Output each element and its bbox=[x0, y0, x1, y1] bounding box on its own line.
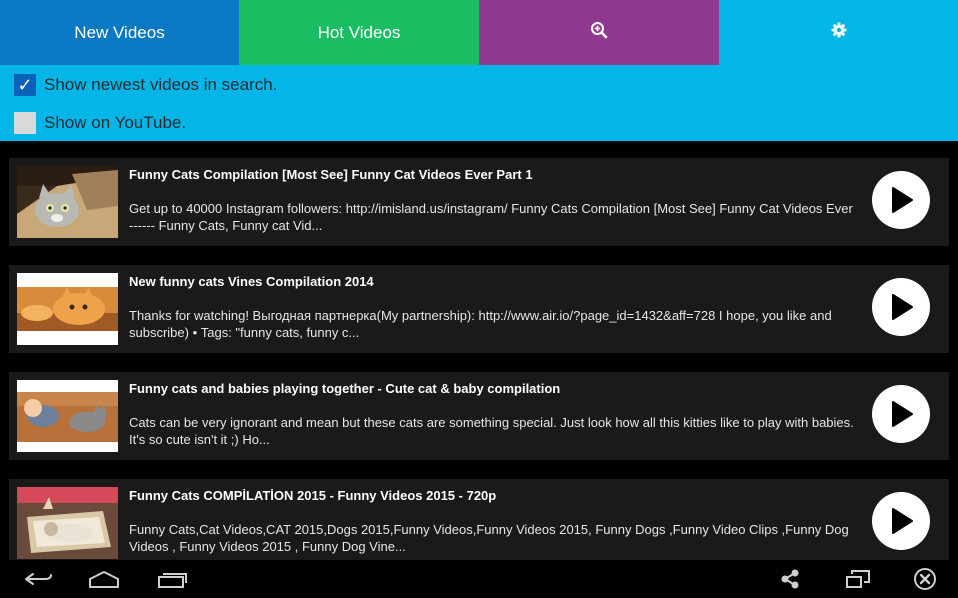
play-icon bbox=[892, 508, 913, 534]
option-show-newest[interactable]: ✓ Show newest videos in search. bbox=[14, 73, 277, 97]
play-button[interactable] bbox=[872, 278, 930, 336]
video-description: Get up to 40000 Instagram followers: htt… bbox=[129, 201, 853, 233]
multi-window-button[interactable] bbox=[838, 564, 878, 594]
close-button[interactable] bbox=[905, 564, 945, 594]
close-icon bbox=[914, 568, 936, 590]
video-thumbnail bbox=[17, 487, 118, 559]
play-button[interactable] bbox=[872, 492, 930, 550]
tab-hot-videos[interactable]: Hot Videos bbox=[239, 0, 479, 65]
video-item[interactable]: Funny Cats COMPİLATİON 2015 - Funny Vide… bbox=[9, 479, 949, 567]
multi-window-icon bbox=[846, 570, 870, 588]
back-icon bbox=[25, 573, 52, 585]
video-title: Funny Cats Compilation [Most See] Funny … bbox=[129, 167, 533, 182]
share-icon bbox=[781, 569, 799, 589]
video-title: Funny cats and babies playing together -… bbox=[129, 381, 561, 396]
tab-bar: New Videos Hot Videos bbox=[0, 0, 958, 65]
share-button[interactable] bbox=[770, 564, 810, 594]
gear-icon bbox=[831, 22, 847, 43]
video-description: Cats can be very ignorant and mean but t… bbox=[129, 415, 854, 447]
tab-new-videos[interactable]: New Videos bbox=[0, 0, 239, 65]
video-thumbnail bbox=[17, 273, 118, 345]
checkbox-show-newest[interactable]: ✓ bbox=[14, 74, 36, 96]
play-button[interactable] bbox=[872, 385, 930, 443]
tab-new-videos-label: New Videos bbox=[74, 22, 165, 42]
play-icon bbox=[892, 401, 913, 427]
play-button[interactable] bbox=[872, 171, 930, 229]
tab-settings[interactable] bbox=[719, 0, 958, 65]
zoom-in-icon bbox=[590, 21, 608, 44]
video-description: Thanks for watching! Выгодная партнерка(… bbox=[129, 308, 832, 340]
option-show-newest-label: Show newest videos in search. bbox=[44, 75, 278, 94]
play-icon bbox=[892, 187, 913, 213]
recent-apps-button[interactable] bbox=[152, 564, 192, 594]
video-item[interactable]: Funny Cats Compilation [Most See] Funny … bbox=[9, 158, 949, 246]
tab-search[interactable] bbox=[479, 0, 719, 65]
checkbox-show-on-youtube[interactable] bbox=[14, 112, 36, 134]
option-show-on-youtube-label: Show on YouTube. bbox=[44, 113, 187, 132]
back-button[interactable] bbox=[18, 564, 58, 594]
system-nav-bar bbox=[0, 560, 958, 598]
video-title: New funny cats Vines Compilation 2014 bbox=[129, 274, 374, 289]
recent-apps-icon bbox=[158, 573, 187, 588]
settings-panel: ✓ Show newest videos in search. Show on … bbox=[0, 65, 958, 141]
option-show-on-youtube[interactable]: Show on YouTube. bbox=[14, 111, 186, 135]
video-title: Funny Cats COMPİLATİON 2015 - Funny Vide… bbox=[129, 488, 497, 503]
tab-hot-videos-label: Hot Videos bbox=[317, 22, 401, 42]
play-icon bbox=[892, 294, 913, 320]
video-item[interactable]: Funny cats and babies playing together -… bbox=[9, 372, 949, 460]
video-thumbnail bbox=[17, 166, 118, 238]
home-icon bbox=[89, 571, 119, 588]
home-button[interactable] bbox=[84, 564, 124, 594]
video-item[interactable]: New funny cats Vines Compilation 2014 Th… bbox=[9, 265, 949, 353]
video-thumbnail bbox=[17, 380, 118, 452]
video-description: Funny Cats,Cat Videos,CAT 2015,Dogs 2015… bbox=[129, 522, 849, 554]
